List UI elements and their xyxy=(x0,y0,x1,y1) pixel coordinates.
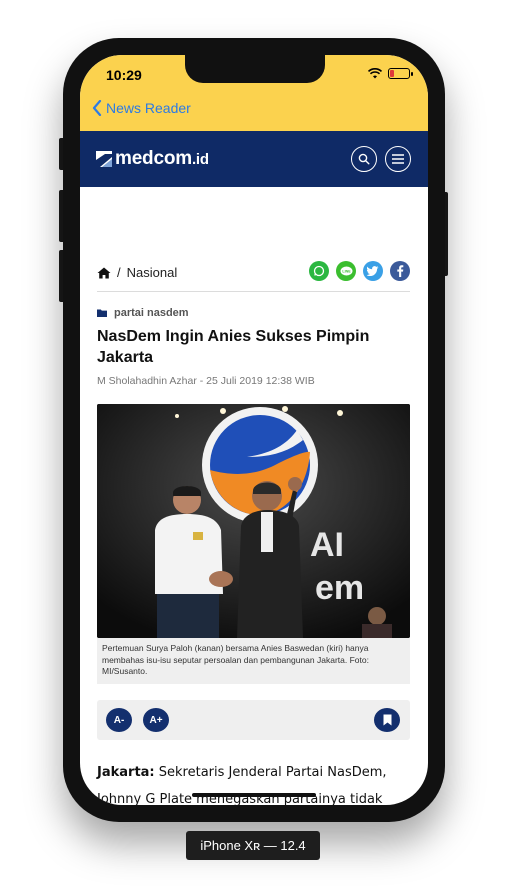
font-decrease-button[interactable]: A- xyxy=(106,708,132,732)
hamburger-icon xyxy=(392,154,404,164)
font-increase-button[interactable]: A+ xyxy=(143,708,169,732)
breadcrumb-bar: / Nasional LINE xyxy=(97,260,410,292)
line-icon: LINE xyxy=(340,266,352,275)
facebook-icon xyxy=(397,265,404,277)
breadcrumb: / Nasional xyxy=(97,265,177,280)
svg-text:em: em xyxy=(315,569,364,607)
reader-toolbar: A- A+ xyxy=(97,700,410,740)
breadcrumb-separator: / xyxy=(117,265,121,280)
back-button-label: News Reader xyxy=(106,100,191,116)
chevron-left-icon xyxy=(92,100,102,116)
wifi-icon xyxy=(368,68,382,79)
back-button[interactable]: News Reader xyxy=(92,100,191,116)
simulator-device-label: iPhone Xʀ — 12.4 xyxy=(186,831,320,860)
bookmark-button[interactable] xyxy=(374,708,400,732)
svg-text:AI: AI xyxy=(310,526,344,564)
whatsapp-icon xyxy=(313,265,325,277)
notch xyxy=(185,55,325,83)
status-icons xyxy=(368,68,413,79)
article-body: Jakarta: Sekretaris Jenderal Partai NasD… xyxy=(97,759,397,805)
photo-caption: Pertemuan Surya Paloh (kanan) bersama An… xyxy=(97,638,410,684)
search-icon xyxy=(358,153,370,165)
article-title: NasDem Ingin Anies Sukses Pimpin Jakarta xyxy=(97,328,370,366)
photo-illustration: AI em xyxy=(97,404,410,638)
site-header: medcom.id xyxy=(80,131,428,187)
simulator-stage: 10:29 News Reader medcom.id / Nasional L… xyxy=(0,0,507,896)
twitter-icon xyxy=(367,266,379,276)
status-time: 10:29 xyxy=(106,67,142,83)
logo-main-text: medcom xyxy=(115,148,192,169)
share-twitter-button[interactable] xyxy=(363,261,383,281)
bookmark-icon xyxy=(383,714,391,726)
search-button[interactable] xyxy=(351,146,377,172)
home-icon[interactable] xyxy=(97,267,111,279)
logo-suffix-text: .id xyxy=(191,151,209,168)
article-tag-label: partai nasdem xyxy=(114,307,189,319)
logo-mark-icon xyxy=(96,151,112,167)
menu-button[interactable] xyxy=(385,146,411,172)
battery-icon xyxy=(388,68,413,79)
share-buttons: LINE xyxy=(309,261,410,281)
folder-icon xyxy=(97,309,107,317)
phone-screen: 10:29 News Reader medcom.id / Nasional L… xyxy=(80,55,428,805)
share-line-button[interactable]: LINE xyxy=(336,261,356,281)
article-tag[interactable]: partai nasdem xyxy=(97,307,189,319)
svg-text:LINE: LINE xyxy=(342,269,351,273)
article-byline: M Sholahadhin Azhar - 25 Juli 2019 12:38… xyxy=(97,375,315,387)
home-indicator[interactable] xyxy=(192,793,316,797)
article-dateline: Jakarta: xyxy=(97,765,155,780)
share-whatsapp-button[interactable] xyxy=(309,261,329,281)
medcom-logo[interactable]: medcom.id xyxy=(96,148,209,170)
breadcrumb-section[interactable]: Nasional xyxy=(127,265,178,280)
article-photo: AI em xyxy=(97,404,410,638)
share-facebook-button[interactable] xyxy=(390,261,410,281)
